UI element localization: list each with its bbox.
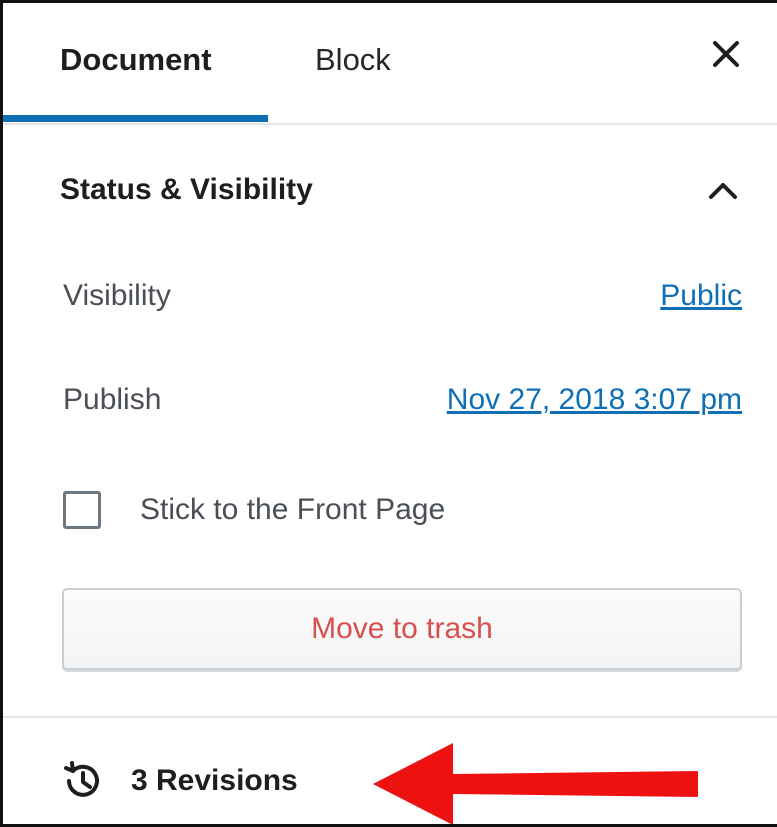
chevron-up-icon (709, 183, 737, 199)
sticky-post-checkbox[interactable] (63, 491, 101, 529)
history-icon (64, 761, 99, 797)
sticky-post-label[interactable]: Stick to the Front Page (140, 485, 445, 535)
panel-title: Status & Visibility (60, 173, 313, 206)
red-arrow-icon (373, 743, 698, 824)
tab-document[interactable]: Document (60, 35, 212, 85)
sidebar-tabs: Document Block (3, 3, 777, 125)
active-tab-indicator (3, 115, 268, 122)
tab-block[interactable]: Block (315, 35, 391, 85)
close-icon (713, 41, 739, 67)
settings-sidebar: Document Block Status & Visibility Visib… (0, 0, 777, 827)
visibility-label: Visibility (63, 279, 171, 312)
move-to-trash-button[interactable]: Move to trash (62, 588, 742, 670)
visibility-toggle-link[interactable]: Public (660, 271, 742, 321)
status-visibility-panel-toggle[interactable]: Status & Visibility (3, 123, 777, 253)
close-sidebar-button[interactable] (703, 31, 749, 77)
publish-label: Publish (63, 383, 162, 416)
visibility-row: Visibility Public (3, 271, 777, 321)
panel-divider (3, 716, 777, 718)
sticky-post-row: Stick to the Front Page (3, 485, 777, 541)
publish-date-link[interactable]: Nov 27, 2018 3:07 pm (447, 375, 742, 425)
revisions-label: 3 Revisions (131, 764, 298, 797)
publish-row: Publish Nov 27, 2018 3:07 pm (3, 375, 777, 425)
